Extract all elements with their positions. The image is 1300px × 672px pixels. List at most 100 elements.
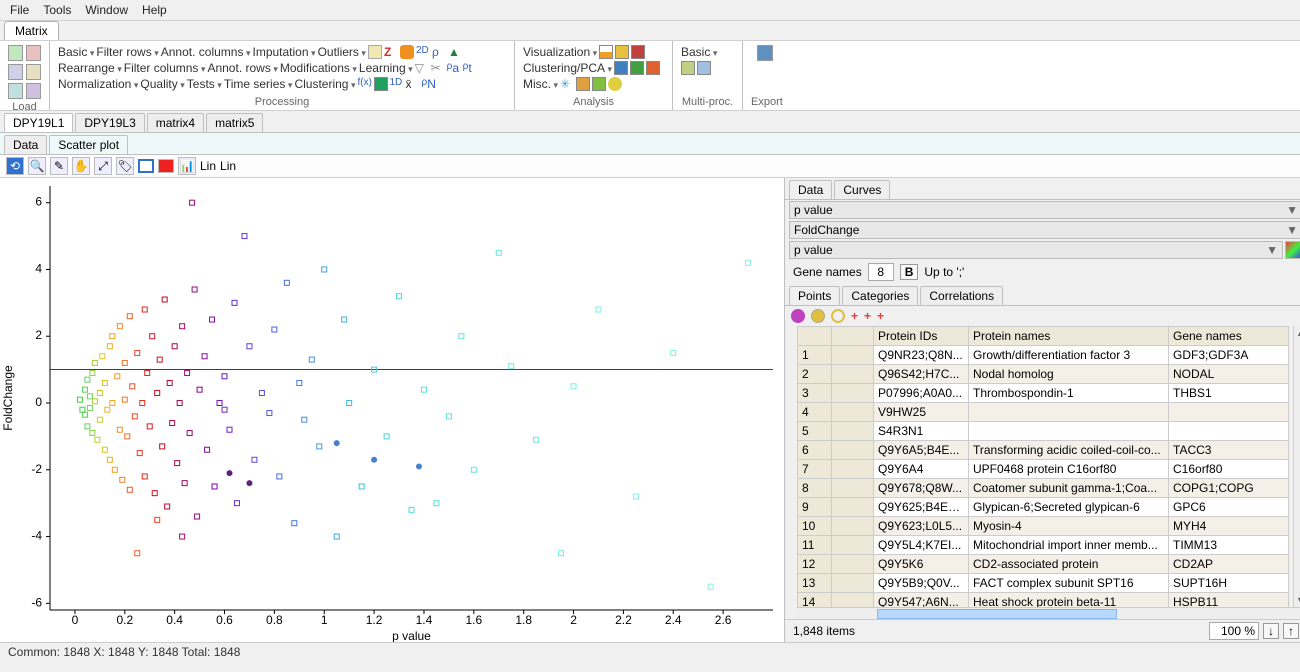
- menu-help[interactable]: Help: [142, 3, 167, 17]
- tool-hand-icon[interactable]: ✋: [72, 157, 90, 175]
- proc-annot-rows[interactable]: Annot. rows: [207, 61, 277, 75]
- axis-x-select[interactable]: p value▼: [789, 201, 1300, 219]
- load-icon-2[interactable]: [26, 45, 41, 61]
- tool-color-red[interactable]: [158, 159, 174, 173]
- cluster-icon[interactable]: [646, 61, 660, 75]
- file-tab-2[interactable]: matrix4: [147, 113, 204, 132]
- anal-misc[interactable]: Misc.: [523, 77, 558, 91]
- tool-fit-icon[interactable]: ⤢: [94, 157, 112, 175]
- tree-icon[interactable]: ▲: [448, 45, 462, 59]
- xbar-icon[interactable]: x̄: [406, 77, 420, 91]
- rp-tab-data[interactable]: Data: [789, 180, 832, 199]
- axis-y-select[interactable]: FoldChange▼: [789, 221, 1300, 239]
- misc-icon-2[interactable]: [576, 77, 590, 91]
- proc-timeseries[interactable]: Time series: [224, 77, 293, 91]
- menu-tools[interactable]: Tools: [43, 3, 71, 17]
- proc-annot-cols[interactable]: Annot. columns: [161, 45, 251, 59]
- 2d-icon[interactable]: 2D: [416, 45, 430, 59]
- proc-rearrange[interactable]: Rearrange: [58, 61, 122, 75]
- table-row[interactable]: 14Q9Y547;A6N...Heat shock protein beta-1…: [798, 593, 1289, 608]
- multiproc-icon-2[interactable]: [697, 61, 711, 75]
- scatter-plot[interactable]: 00.20.40.60.811.21.41.61.822.22.42.6-6-4…: [0, 178, 785, 642]
- dendro-icon[interactable]: [614, 61, 628, 75]
- table-hscroll[interactable]: [797, 607, 1300, 619]
- rho-icon[interactable]: ρ: [432, 45, 446, 59]
- table-row[interactable]: 3P07996;A0A0...Thrombospondin-1THBS1: [798, 384, 1289, 403]
- scale-x-select[interactable]: Lin: [200, 159, 216, 173]
- proc-clustering[interactable]: Clustering: [294, 77, 355, 91]
- pn-icon[interactable]: ρN: [422, 77, 436, 91]
- subtab-scatter[interactable]: Scatter plot: [49, 135, 128, 154]
- dot-outline-icon[interactable]: [831, 309, 845, 323]
- tool-chart-icon[interactable]: 📊: [178, 157, 196, 175]
- menu-file[interactable]: File: [10, 3, 29, 17]
- add-plus-3[interactable]: +: [877, 309, 884, 323]
- proc-outliers[interactable]: Outliers: [318, 45, 366, 59]
- table-row[interactable]: 12Q9Y5K6CD2-associated proteinCD2AP: [798, 555, 1289, 574]
- scale-y-select[interactable]: Lin: [220, 159, 236, 173]
- load-icon-5[interactable]: [8, 83, 23, 99]
- table-vscroll[interactable]: [1293, 326, 1300, 607]
- z-icon[interactable]: Z: [384, 45, 398, 59]
- bold-button[interactable]: B: [900, 264, 919, 280]
- misc-icon-4[interactable]: [608, 77, 622, 91]
- menu-window[interactable]: Window: [85, 3, 128, 17]
- colorscale-icon[interactable]: [1285, 241, 1300, 259]
- multiproc-basic[interactable]: Basic: [681, 45, 717, 59]
- load-icon-4[interactable]: [26, 64, 41, 80]
- proc-row1-icon-1[interactable]: [368, 45, 382, 59]
- table-row[interactable]: 6Q9Y6A5;B4E...Transforming acidic coiled…: [798, 441, 1289, 460]
- table-row[interactable]: 9Q9Y625;B4E2...Glypican-6;Secreted glypi…: [798, 498, 1289, 517]
- pt-icon[interactable]: ρt: [463, 61, 477, 75]
- misc-icon-1[interactable]: ✳: [560, 77, 574, 91]
- dot-yellow-icon[interactable]: [811, 309, 825, 323]
- zoom-up[interactable]: ↑: [1283, 623, 1299, 639]
- pa-icon[interactable]: ρa: [447, 61, 461, 75]
- misc-icon-3[interactable]: [592, 77, 606, 91]
- proc-imputation[interactable]: Imputation: [253, 45, 316, 59]
- table-row[interactable]: 2Q96S42;H7C...Nodal homologNODAL: [798, 365, 1289, 384]
- tool-label-icon[interactable]: 🏷: [116, 157, 134, 175]
- bar-icon[interactable]: [599, 45, 613, 59]
- proc-modifications[interactable]: Modifications: [280, 61, 357, 75]
- table-row[interactable]: 8Q9Y678;Q8W...Coatomer subunit gamma-1;C…: [798, 479, 1289, 498]
- add-plus-2[interactable]: +: [864, 309, 871, 323]
- format-n-input[interactable]: [868, 263, 894, 281]
- proc-normalization[interactable]: Normalization: [58, 77, 138, 91]
- table-row[interactable]: 4V9HW25: [798, 403, 1289, 422]
- rp-subtab-points[interactable]: Points: [789, 286, 840, 305]
- save-icon[interactable]: [757, 45, 773, 61]
- load-icon-3[interactable]: [8, 64, 23, 80]
- tool-reset-icon[interactable]: ⟲: [6, 157, 24, 175]
- proc-basic[interactable]: Basic: [58, 45, 94, 59]
- tool-color-white[interactable]: [138, 159, 154, 173]
- table-row[interactable]: 11Q9Y5L4;K7EI...Mitochondrial import inn…: [798, 536, 1289, 555]
- subtab-data[interactable]: Data: [4, 135, 47, 154]
- table-row[interactable]: 7Q9Y6A4UPF0468 protein C16orf80C16orf80: [798, 460, 1289, 479]
- load-icon-6[interactable]: [26, 83, 41, 99]
- load-icon-1[interactable]: [8, 45, 23, 61]
- rp-subtab-correlations[interactable]: Correlations: [920, 286, 1003, 305]
- label-col-select[interactable]: Gene names: [793, 265, 862, 279]
- col-protein-names[interactable]: Protein names: [969, 327, 1169, 346]
- fx-icon[interactable]: f(x): [358, 77, 372, 91]
- file-tab-3[interactable]: matrix5: [206, 113, 263, 132]
- fox-icon[interactable]: [400, 45, 414, 59]
- table-row[interactable]: 1Q9NR23;Q8N...Growth/differentiation fac…: [798, 346, 1289, 365]
- proc-tests[interactable]: Tests: [187, 77, 222, 91]
- zoom-down[interactable]: ↓: [1263, 623, 1279, 639]
- col-protein-ids[interactable]: Protein IDs: [874, 327, 969, 346]
- dot-purple-icon[interactable]: [791, 309, 805, 323]
- anal-clustering[interactable]: Clustering/PCA: [523, 61, 612, 75]
- heatmap-icon[interactable]: [615, 45, 629, 59]
- proc-quality[interactable]: Quality: [140, 77, 184, 91]
- tool-lasso-icon[interactable]: ✎: [50, 157, 68, 175]
- zoom-input[interactable]: [1209, 622, 1259, 640]
- proc-filter-rows[interactable]: Filter rows: [96, 45, 158, 59]
- grid-icon[interactable]: [631, 45, 645, 59]
- multiproc-icon-1[interactable]: [681, 61, 695, 75]
- table-row[interactable]: 5S4R3N1: [798, 422, 1289, 441]
- proc-learning[interactable]: Learning: [359, 61, 413, 75]
- 1d-icon[interactable]: 1D: [390, 77, 404, 91]
- rp-subtab-categories[interactable]: Categories: [842, 286, 918, 305]
